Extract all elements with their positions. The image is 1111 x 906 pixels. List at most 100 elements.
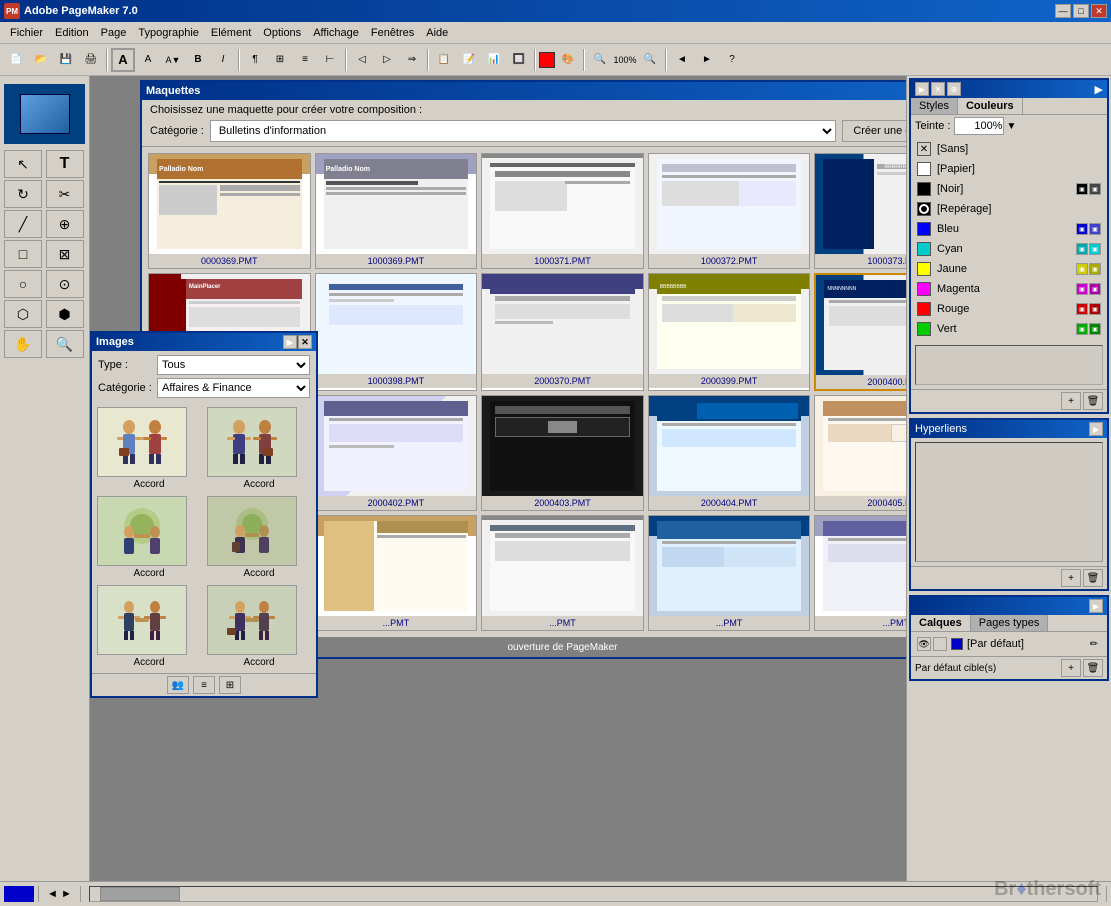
menu-options[interactable]: Options xyxy=(257,25,307,41)
new-tool[interactable]: 📄 xyxy=(4,48,28,72)
italic-tool[interactable]: I xyxy=(211,48,235,72)
zoom-tool[interactable]: 🔍 xyxy=(46,330,84,358)
template-item-8[interactable]: BBBBBBBB 2000399.PMT xyxy=(648,273,811,391)
img-tool2[interactable]: 📝 xyxy=(457,48,481,72)
nav-prev[interactable]: ◄ xyxy=(670,48,694,72)
color-item-sans[interactable]: ✕ [Sans] xyxy=(913,139,1105,159)
poly-frame-tool[interactable]: ⬢ xyxy=(46,300,84,328)
color-item-reperage[interactable]: [Repérage] xyxy=(913,199,1105,219)
template-item-1[interactable]: Palladio Nom 1000369.PMT xyxy=(315,153,478,269)
couleurs-expand[interactable]: ▶ xyxy=(915,82,929,96)
template-item-13[interactable]: 2000404.PMT xyxy=(648,395,811,511)
images-close[interactable]: ✕ xyxy=(298,335,312,349)
tab-styles[interactable]: Styles xyxy=(911,98,958,114)
color-item-jaune[interactable]: Jaune ▣ ▣ xyxy=(913,259,1105,279)
frame-tool[interactable]: ⊞ xyxy=(268,48,292,72)
img-tool3[interactable]: 📊 xyxy=(482,48,506,72)
category-select-images[interactable]: Affaires & Finance xyxy=(157,378,310,398)
template-item-16[interactable]: ...PMT xyxy=(315,515,478,631)
menu-affichage[interactable]: Affichage xyxy=(307,25,365,41)
image-thumb-2[interactable]: Accord xyxy=(96,495,202,580)
calques-add-btn[interactable]: + xyxy=(1061,659,1081,677)
text-cursor-tool[interactable]: T xyxy=(46,150,84,178)
color-item-rouge[interactable]: Rouge ▣ ▣ xyxy=(913,299,1105,319)
rouge-rgb[interactable]: ▣ xyxy=(1089,303,1101,315)
hyperliens-expand[interactable]: ▶ xyxy=(1089,422,1103,436)
image-thumb-0[interactable]: Accord xyxy=(96,406,202,491)
calques-delete-btn[interactable]: 🗑 xyxy=(1083,659,1103,677)
print-tool[interactable]: 🖨 xyxy=(79,48,103,72)
minimize-button[interactable]: — xyxy=(1055,4,1071,18)
noir-cmyk[interactable]: ▣ xyxy=(1076,183,1088,195)
noir-rgb[interactable]: ▣ xyxy=(1089,183,1101,195)
couleurs-delete-btn[interactable]: 🗑 xyxy=(1083,392,1103,410)
calques-edit-icon[interactable]: ✏ xyxy=(1087,637,1101,651)
vert-rgb[interactable]: ▣ xyxy=(1089,323,1101,335)
line-tool[interactable]: ╱ xyxy=(4,210,42,238)
text-block[interactable]: ¶ xyxy=(243,48,267,72)
tab-pages-types[interactable]: Pages types xyxy=(971,615,1049,631)
img-tool1[interactable]: 📋 xyxy=(432,48,456,72)
constrain-tool[interactable]: ⊕ xyxy=(46,210,84,238)
font-tool[interactable]: A▼ xyxy=(161,48,185,72)
open-tool[interactable]: 📂 xyxy=(29,48,53,72)
color-item-noir[interactable]: [Noir] ▣ ▣ xyxy=(913,179,1105,199)
scroll-track[interactable] xyxy=(89,886,1098,902)
lock-icon[interactable] xyxy=(933,637,947,651)
calques-expand[interactable]: ▶ xyxy=(1089,599,1103,613)
nav-next[interactable]: ► xyxy=(695,48,719,72)
couleurs-add-btn[interactable]: + xyxy=(1061,392,1081,410)
hand-tool[interactable]: ✋ xyxy=(4,330,42,358)
teinte-dropdown[interactable]: ▼ xyxy=(1006,121,1016,132)
poly-tool[interactable]: ⬡ xyxy=(4,300,42,328)
magenta-rgb[interactable]: ▣ xyxy=(1089,283,1101,295)
text-tool[interactable]: A xyxy=(111,48,135,72)
image-thumb-1[interactable]: Accord xyxy=(206,406,312,491)
template-item-14[interactable]: 2000405.PMT xyxy=(814,395,906,511)
color-tool2[interactable]: 🎨 xyxy=(556,48,580,72)
template-item-12[interactable]: 2000403.PMT xyxy=(481,395,644,511)
maximize-button[interactable]: □ xyxy=(1073,4,1089,18)
zoom-in[interactable]: 🔍 xyxy=(638,48,662,72)
hyperliens-add-btn[interactable]: + xyxy=(1061,569,1081,587)
eye-icon[interactable]: 👁 xyxy=(917,637,931,651)
bold-tool[interactable]: B xyxy=(186,48,210,72)
align-tool[interactable]: ≡ xyxy=(293,48,317,72)
jaune-cmyk[interactable]: ▣ xyxy=(1076,263,1088,275)
template-item-2[interactable]: 1000371.PMT xyxy=(481,153,644,269)
color-item-cyan[interactable]: Cyan ▣ ▣ xyxy=(913,239,1105,259)
color-item-papier[interactable]: [Papier] xyxy=(913,159,1105,179)
couleurs-panel-menu-icon[interactable]: ▶ xyxy=(961,83,1103,96)
help-tool[interactable]: ? xyxy=(720,48,744,72)
rect-frame-tool[interactable]: ⊠ xyxy=(46,240,84,268)
create-composition-button[interactable]: Créer une composition xyxy=(842,120,906,142)
images-expand[interactable]: ▶ xyxy=(283,335,297,349)
image-thumb-3[interactable]: Accord xyxy=(206,495,312,580)
template-item-6[interactable]: 1000398.PMT xyxy=(315,273,478,391)
tab-calques[interactable]: Calques xyxy=(911,615,971,631)
page-nav[interactable]: ◄ ► xyxy=(43,888,76,900)
color-item-bleu[interactable]: Bleu ▣ ▣ xyxy=(913,219,1105,239)
template-item-0[interactable]: Palladio Nom 0000369.PMT xyxy=(148,153,311,269)
calques-item-default[interactable]: 👁 [Par défaut] ✏ xyxy=(913,634,1105,654)
image-thumb-5[interactable]: Accord xyxy=(206,584,312,669)
indent-tool[interactable]: ⊢ xyxy=(318,48,342,72)
zoom-out[interactable]: 🔍 xyxy=(588,48,612,72)
img-tool4[interactable]: 🔲 xyxy=(507,48,531,72)
link-fwd[interactable]: ▷ xyxy=(375,48,399,72)
scroll-thumb[interactable] xyxy=(100,887,180,901)
save-tool[interactable]: 💾 xyxy=(54,48,78,72)
flow-tool[interactable]: ⇒ xyxy=(400,48,424,72)
menu-fichier[interactable]: Fichier xyxy=(4,25,49,41)
type-select[interactable]: Tous xyxy=(157,355,310,375)
color-item-magenta[interactable]: Magenta ▣ ▣ xyxy=(913,279,1105,299)
ellipse-tool[interactable]: ○ xyxy=(4,270,42,298)
ellipse-frame-tool[interactable]: ⊙ xyxy=(46,270,84,298)
menu-aide[interactable]: Aide xyxy=(420,25,454,41)
rouge-cmyk[interactable]: ▣ xyxy=(1076,303,1088,315)
cyan-rgb[interactable]: ▣ xyxy=(1089,243,1101,255)
bleu-cmyk[interactable]: ▣ xyxy=(1076,223,1088,235)
menu-typographie[interactable]: Typographie xyxy=(132,25,205,41)
crop-tool[interactable]: ✂ xyxy=(46,180,84,208)
tab-couleurs[interactable]: Couleurs xyxy=(958,98,1023,114)
